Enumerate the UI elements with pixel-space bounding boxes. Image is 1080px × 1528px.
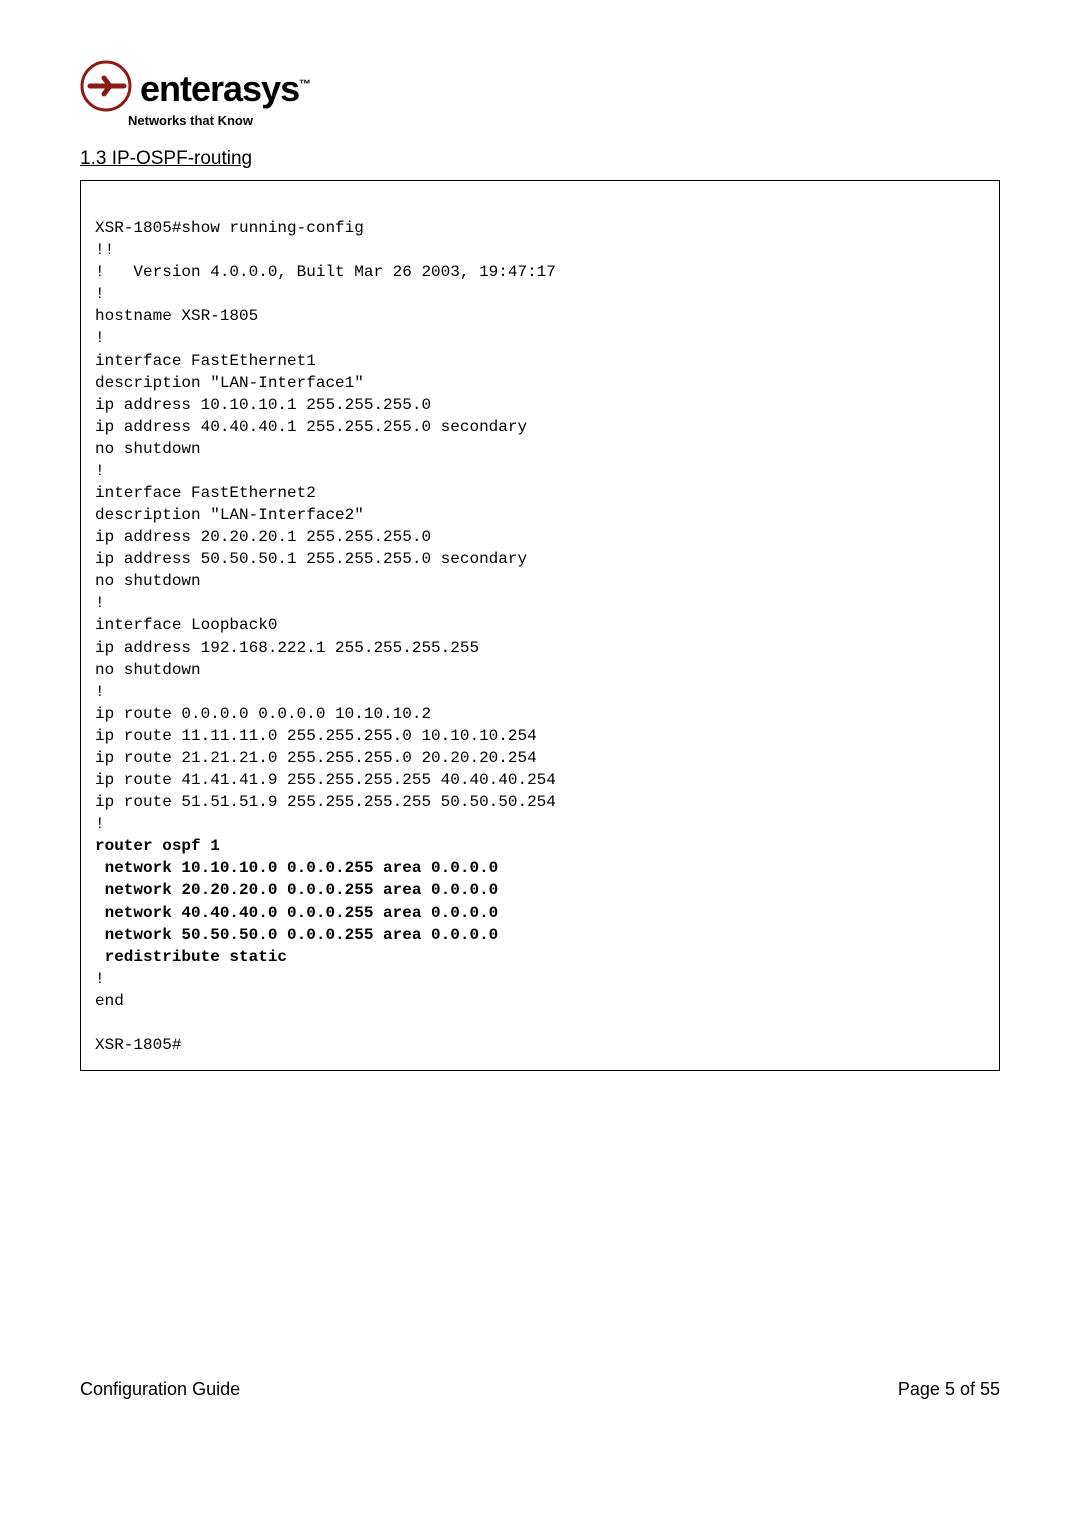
code-line: ! xyxy=(95,462,105,480)
code-line: interface FastEthernet2 xyxy=(95,484,316,502)
code-line: no shutdown xyxy=(95,661,201,679)
code-line: hostname XSR-1805 xyxy=(95,307,258,325)
code-line: description "LAN-Interface2" xyxy=(95,506,364,524)
code-line: network 50.50.50.0 0.0.0.255 area 0.0.0.… xyxy=(95,926,498,944)
code-line: ! xyxy=(95,815,105,833)
code-line: ! Version 4.0.0.0, Built Mar 26 2003, 19… xyxy=(95,263,556,281)
code-line: ip address 192.168.222.1 255.255.255.255 xyxy=(95,639,479,657)
code-line: ! xyxy=(95,594,105,612)
code-line: XSR-1805#show running-config xyxy=(95,219,364,237)
logo-text: enterasys™ xyxy=(140,68,310,110)
code-line: no shutdown xyxy=(95,440,201,458)
code-line: ip address 10.10.10.1 255.255.255.0 xyxy=(95,396,431,414)
code-line: ! xyxy=(95,683,105,701)
code-line: redistribute static xyxy=(95,948,287,966)
logo-name: enterasys™ xyxy=(140,68,310,110)
code-line: ip address 40.40.40.1 255.255.255.0 seco… xyxy=(95,418,527,436)
code-line: ip address 50.50.50.1 255.255.255.0 seco… xyxy=(95,550,527,568)
code-line: ! xyxy=(95,285,105,303)
logo-area: enterasys™ Networks that Know xyxy=(80,60,1000,128)
code-line: router ospf 1 xyxy=(95,837,220,855)
code-line: ip route 41.41.41.9 255.255.255.255 40.4… xyxy=(95,771,556,789)
code-line: ! xyxy=(95,970,105,988)
enterasys-logo-icon xyxy=(80,60,132,117)
code-line: ip route 0.0.0.0 0.0.0.0 10.10.10.2 xyxy=(95,705,431,723)
footer-right: Page 5 of 55 xyxy=(898,1379,1000,1400)
code-line: !! xyxy=(95,241,114,259)
section-heading: 1.3 IP-OSPF-routing xyxy=(80,148,1000,170)
code-line: interface Loopback0 xyxy=(95,616,277,634)
code-line: no shutdown xyxy=(95,572,201,590)
page: enterasys™ Networks that Know 1.3 IP-OSP… xyxy=(0,0,1080,1440)
logo-name-text: enterasys xyxy=(140,68,299,109)
code-line: network 40.40.40.0 0.0.0.255 area 0.0.0.… xyxy=(95,904,498,922)
footer: Configuration Guide Page 5 of 55 xyxy=(80,1379,1000,1400)
logo-tagline: Networks that Know xyxy=(128,113,1000,128)
code-line: ip route 21.21.21.0 255.255.255.0 20.20.… xyxy=(95,749,537,767)
code-line: description "LAN-Interface1" xyxy=(95,374,364,392)
code-line: interface FastEthernet1 xyxy=(95,352,316,370)
code-line: network 10.10.10.0 0.0.0.255 area 0.0.0.… xyxy=(95,859,498,877)
code-line: ip route 11.11.11.0 255.255.255.0 10.10.… xyxy=(95,727,537,745)
footer-left: Configuration Guide xyxy=(80,1379,240,1400)
logo-tm: ™ xyxy=(299,77,310,91)
code-line: ip route 51.51.51.9 255.255.255.255 50.5… xyxy=(95,793,556,811)
code-line: XSR-1805# xyxy=(95,1036,181,1054)
code-line: end xyxy=(95,992,124,1010)
code-line: network 20.20.20.0 0.0.0.255 area 0.0.0.… xyxy=(95,881,498,899)
code-line: ! xyxy=(95,329,105,347)
code-line: ip address 20.20.20.1 255.255.255.0 xyxy=(95,528,431,546)
logo: enterasys™ xyxy=(80,60,1000,117)
config-code-block: XSR-1805#show running-config !! ! Versio… xyxy=(80,180,1000,1071)
